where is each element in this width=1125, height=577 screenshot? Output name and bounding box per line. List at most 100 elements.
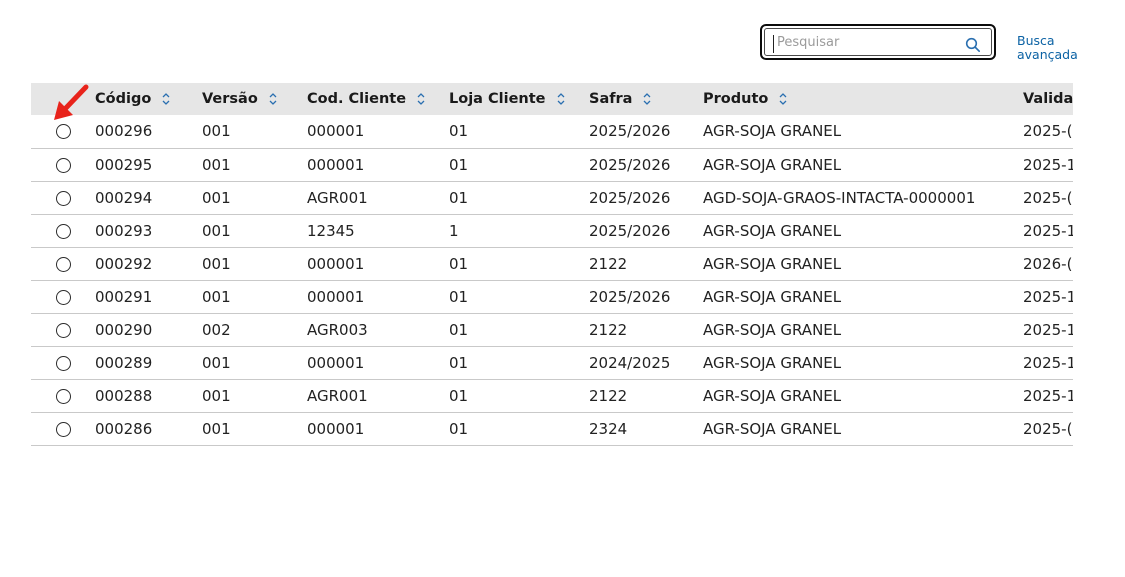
cell-loja-cliente: 01 xyxy=(449,115,589,149)
cell-versao: 001 xyxy=(202,181,307,215)
cell-produto: AGR-SOJA GRANEL xyxy=(703,148,1023,182)
table-row[interactable]: 000292 001 000001 01 2122 AGR-SOJA GRANEL 2026… xyxy=(31,247,1073,281)
cell-produto: AGR-SOJA GRANEL xyxy=(703,280,1023,314)
cell-validade: 2025-1 xyxy=(1023,214,1073,248)
column-header-validade[interactable]: Validad xyxy=(1023,83,1073,115)
cell-safra: 2122 xyxy=(589,313,703,347)
cell-validade: 2025-( xyxy=(1023,181,1073,215)
row-select-cell xyxy=(31,379,95,413)
table-row[interactable]: 000293 001 12345 1 2025/2026 AGR-SOJA GRANEL 2… xyxy=(31,214,1073,248)
cell-safra: 2025/2026 xyxy=(589,148,703,182)
sort-icon[interactable] xyxy=(161,92,171,106)
cell-validade: 2025-1 xyxy=(1023,346,1073,380)
search-field-frame xyxy=(764,28,992,56)
column-header-loja-cliente[interactable]: Loja Cliente xyxy=(449,83,589,115)
cell-loja-cliente: 01 xyxy=(449,313,589,347)
cell-safra: 2025/2026 xyxy=(589,181,703,215)
table-row[interactable]: 000295 001 000001 01 2025/2026 AGR-SOJA GRANE… xyxy=(31,148,1073,182)
sort-icon[interactable] xyxy=(642,92,652,106)
cell-versao: 001 xyxy=(202,379,307,413)
table-row[interactable]: 000290 002 AGR003 01 2122 AGR-SOJA GRANEL 2025… xyxy=(31,313,1073,347)
table-body: 000296 001 000001 01 2025/2026 AGR-SOJA GRANE… xyxy=(31,115,1073,446)
cell-safra: 2324 xyxy=(589,412,703,446)
cell-produto: AGR-SOJA GRANEL xyxy=(703,313,1023,347)
cell-codigo: 000295 xyxy=(95,148,202,182)
cell-versao: 001 xyxy=(202,346,307,380)
cell-versao: 001 xyxy=(202,280,307,314)
row-select-cell xyxy=(31,247,95,281)
row-radio-button[interactable] xyxy=(55,322,71,338)
cell-versao: 002 xyxy=(202,313,307,347)
cell-versao: 001 xyxy=(202,148,307,182)
select-column-header xyxy=(31,83,95,115)
search-input[interactable] xyxy=(773,29,967,55)
column-header-label: Validad xyxy=(1023,91,1073,107)
row-radio-button[interactable] xyxy=(55,289,71,305)
table-row[interactable]: 000286 001 000001 01 2324 AGR-SOJA GRANEL 2025… xyxy=(31,412,1073,446)
cell-cod-cliente: AGR003 xyxy=(307,313,449,347)
cell-produto: AGR-SOJA GRANEL xyxy=(703,412,1023,446)
cell-codigo: 000292 xyxy=(95,247,202,281)
cell-codigo: 000290 xyxy=(95,313,202,347)
table-row[interactable]: 000288 001 AGR001 01 2122 AGR-SOJA GRANEL 2025… xyxy=(31,379,1073,413)
row-select-cell xyxy=(31,313,95,347)
cell-codigo: 000291 xyxy=(95,280,202,314)
column-header-codigo[interactable]: Código xyxy=(95,83,202,115)
cell-validade: 2025-( xyxy=(1023,115,1073,149)
row-radio-button[interactable] xyxy=(55,157,71,173)
cell-codigo: 000293 xyxy=(95,214,202,248)
search-box xyxy=(760,24,996,60)
table-row[interactable]: 000291 001 000001 01 2025/2026 AGR-SOJA GRANE… xyxy=(31,280,1073,314)
column-header-label: Produto xyxy=(703,91,769,107)
cell-codigo: 000288 xyxy=(95,379,202,413)
contracts-table-container: Código Versão Cod. Cliente Loja Cliente … xyxy=(31,83,1073,446)
cell-loja-cliente: 01 xyxy=(449,181,589,215)
cell-versao: 001 xyxy=(202,247,307,281)
column-header-label: Safra xyxy=(589,91,633,107)
table-row[interactable]: 000296 001 000001 01 2025/2026 AGR-SOJA GRANE… xyxy=(31,115,1073,149)
column-header-produto[interactable]: Produto xyxy=(703,83,1023,115)
row-radio-button[interactable] xyxy=(55,256,71,272)
sort-icon[interactable] xyxy=(268,92,278,106)
row-select-cell xyxy=(31,115,95,149)
cell-codigo: 000286 xyxy=(95,412,202,446)
cell-produto: AGR-SOJA GRANEL xyxy=(703,214,1023,248)
cell-produto: AGR-SOJA GRANEL xyxy=(703,379,1023,413)
sort-icon[interactable] xyxy=(778,92,788,106)
column-header-label: Cod. Cliente xyxy=(307,91,407,107)
row-radio-button[interactable] xyxy=(55,421,71,437)
cell-safra: 2122 xyxy=(589,247,703,281)
cell-cod-cliente: 000001 xyxy=(307,346,449,380)
cell-cod-cliente: AGR001 xyxy=(307,379,449,413)
row-select-cell xyxy=(31,412,95,446)
row-radio-button[interactable] xyxy=(55,223,71,239)
row-radio-button[interactable] xyxy=(55,124,71,140)
column-header-safra[interactable]: Safra xyxy=(589,83,703,115)
search-icon[interactable] xyxy=(965,37,981,53)
row-radio-button[interactable] xyxy=(55,388,71,404)
cell-versao: 001 xyxy=(202,412,307,446)
table-row[interactable]: 000289 001 000001 01 2024/2025 AGR-SOJA GRANE… xyxy=(31,346,1073,380)
advanced-search-link[interactable]: Busca avançada xyxy=(1017,34,1081,62)
cell-loja-cliente: 1 xyxy=(449,214,589,248)
column-header-label: Versão xyxy=(202,91,258,107)
cell-validade: 2025-1 xyxy=(1023,280,1073,314)
cell-cod-cliente: 12345 xyxy=(307,214,449,248)
column-header-cod-cliente[interactable]: Cod. Cliente xyxy=(307,83,449,115)
sort-icon[interactable] xyxy=(556,92,566,106)
cell-validade: 2025-1 xyxy=(1023,148,1073,182)
row-radio-button[interactable] xyxy=(55,355,71,371)
cell-versao: 001 xyxy=(202,115,307,149)
table-header-row: Código Versão Cod. Cliente Loja Cliente … xyxy=(31,83,1073,115)
cell-versao: 001 xyxy=(202,214,307,248)
table-row[interactable]: 000294 001 AGR001 01 2025/2026 AGD-SOJA-GRAOS… xyxy=(31,181,1073,215)
cell-codigo: 000294 xyxy=(95,181,202,215)
row-radio-button[interactable] xyxy=(55,190,71,206)
cell-loja-cliente: 01 xyxy=(449,280,589,314)
column-header-versao[interactable]: Versão xyxy=(202,83,307,115)
column-header-label: Loja Cliente xyxy=(449,91,546,107)
cell-codigo: 000289 xyxy=(95,346,202,380)
sort-icon[interactable] xyxy=(416,92,426,106)
cell-validade: 2025-( xyxy=(1023,412,1073,446)
cell-safra: 2025/2026 xyxy=(589,214,703,248)
